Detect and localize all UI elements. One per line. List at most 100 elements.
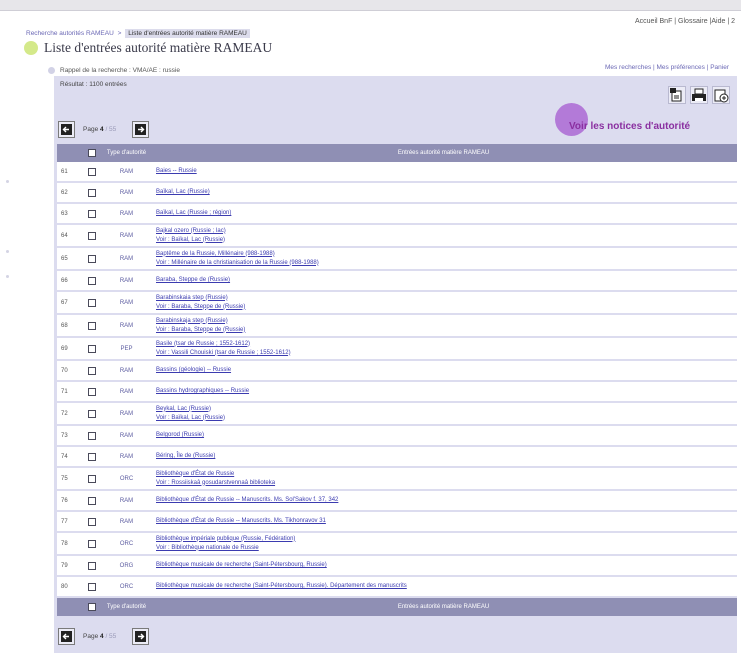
row-select[interactable] xyxy=(81,561,103,570)
email-icon[interactable] xyxy=(712,86,730,104)
row-checkbox[interactable] xyxy=(88,517,96,526)
entry-link[interactable]: Barabinskaia step (Russie) xyxy=(156,294,737,303)
entry-see-link[interactable]: Voir : Baraba, Steppe de (Russie) xyxy=(156,326,737,335)
row-checkbox[interactable] xyxy=(88,431,96,440)
row-checkbox[interactable] xyxy=(88,321,96,330)
row-select[interactable] xyxy=(81,188,103,197)
entry-see-link[interactable]: Voir : Baïkal, Lac (Russie) xyxy=(156,236,737,245)
row-checkbox[interactable] xyxy=(88,582,96,591)
header-type: Type d'autorité xyxy=(106,150,147,156)
header-select-all[interactable] xyxy=(81,149,103,157)
prev-page-icon[interactable] xyxy=(58,628,75,645)
row-checkbox[interactable] xyxy=(88,496,96,505)
row-checkbox[interactable] xyxy=(88,366,96,375)
breadcrumb-link-recherche[interactable]: Recherche autorités RAMEAU xyxy=(26,30,114,37)
row-entry: Baïkal, Lac (Russie ; région) xyxy=(150,209,737,218)
toolbar xyxy=(668,86,734,106)
entry-see-link[interactable]: Voir : Millénaire de la christianisation… xyxy=(156,259,737,268)
row-select[interactable] xyxy=(81,539,103,548)
entry-link[interactable]: Bibliothèque d'État de Russie xyxy=(156,470,737,479)
row-select[interactable] xyxy=(81,387,103,396)
entry-link[interactable]: Bassins hydrographiques -- Russie xyxy=(156,387,737,396)
row-checkbox[interactable] xyxy=(88,231,96,240)
table-footer: Type d'autorité Entrées autorité matière… xyxy=(57,598,737,616)
entry-link[interactable]: Bajkal ozero (Russie ; lac) xyxy=(156,227,737,236)
row-type: RAM xyxy=(119,497,134,504)
row-checkbox[interactable] xyxy=(88,276,96,285)
entry-link[interactable]: Baies -- Russie xyxy=(156,167,737,176)
entry-link[interactable]: Béring, Île de (Russie) xyxy=(156,452,737,461)
row-checkbox[interactable] xyxy=(88,474,96,483)
row-select[interactable] xyxy=(81,231,103,240)
next-page-icon[interactable] xyxy=(132,628,149,645)
entry-link[interactable]: Bibliothèque musicale de recherche (Sain… xyxy=(156,561,737,570)
top-links-text[interactable]: Accueil BnF | Glossaire |Aide | 2 xyxy=(635,18,735,25)
entry-link[interactable]: Beykal, Lac (Russie) xyxy=(156,405,737,414)
row-select[interactable] xyxy=(81,344,103,353)
entry-link[interactable]: Baptême de la Russie, Millénaire (988-19… xyxy=(156,250,737,259)
entry-link[interactable]: Baïkal, Lac (Russie) xyxy=(156,188,737,197)
table-row: 66 RAM Baraba, Steppe de (Russie) xyxy=(57,271,737,292)
entry-link[interactable]: Bassins (géologie) -- Russie xyxy=(156,366,737,375)
print-icon[interactable] xyxy=(690,86,708,104)
row-select[interactable] xyxy=(81,517,103,526)
table-row: 79 ORG Bibliothèque musicale de recherche … xyxy=(57,556,737,577)
entry-link[interactable]: Baïkal, Lac (Russie ; région) xyxy=(156,209,737,218)
entry-see-link[interactable]: Voir : Vassili Chouiski (tsar de Russie … xyxy=(156,349,737,358)
row-select[interactable] xyxy=(81,431,103,440)
row-select[interactable] xyxy=(81,167,103,176)
export-icon[interactable] xyxy=(668,86,686,104)
voir-notices-link[interactable]: Voir les notices d'autorité xyxy=(569,121,690,132)
row-number: 61 xyxy=(61,168,68,175)
entry-link[interactable]: Bibliothèque d'État de Russie -- Manuscr… xyxy=(156,496,737,505)
next-page-icon[interactable] xyxy=(132,121,149,138)
entry-see-link[interactable]: Voir : Baïkal, Lac (Russie) xyxy=(156,414,737,423)
row-checkbox[interactable] xyxy=(88,387,96,396)
prev-page-icon[interactable] xyxy=(58,121,75,138)
row-checkbox[interactable] xyxy=(88,409,96,418)
row-checkbox[interactable] xyxy=(88,209,96,218)
select-all-checkbox-bottom[interactable] xyxy=(88,603,96,611)
row-number: 78 xyxy=(61,540,68,547)
row-entry: Baïkal, Lac (Russie) xyxy=(150,188,737,197)
row-select[interactable] xyxy=(81,209,103,218)
header-entries: Entrées autorité matière RAMEAU xyxy=(397,150,490,156)
select-all-checkbox[interactable] xyxy=(88,149,96,157)
row-type: RAM xyxy=(119,255,134,262)
entry-see-link[interactable]: Voir : Baraba, Steppe de (Russie) xyxy=(156,303,737,312)
entry-link[interactable]: Basile (tsar de Russie ; 1552-1612) xyxy=(156,340,737,349)
entry-link[interactable]: Bibliothèque musicale de recherche (Sain… xyxy=(156,582,737,591)
row-entry: Baptême de la Russie, Millénaire (988-19… xyxy=(150,250,737,268)
row-checkbox[interactable] xyxy=(88,539,96,548)
row-number: 77 xyxy=(61,518,68,525)
row-checkbox[interactable] xyxy=(88,561,96,570)
row-select[interactable] xyxy=(81,409,103,418)
user-links[interactable]: Mes recherches | Mes préférences | Panie… xyxy=(605,64,729,71)
row-checkbox[interactable] xyxy=(88,344,96,353)
entry-see-link[interactable]: Voir : Rossiiskaâ gosudarstvennaâ biblio… xyxy=(156,479,737,488)
row-select[interactable] xyxy=(81,366,103,375)
row-checkbox[interactable] xyxy=(88,298,96,307)
top-links[interactable]: Accueil BnF | Glossaire |Aide | 2 xyxy=(635,18,735,25)
row-select[interactable] xyxy=(81,298,103,307)
row-select[interactable] xyxy=(81,474,103,483)
row-checkbox[interactable] xyxy=(88,188,96,197)
row-checkbox[interactable] xyxy=(88,452,96,461)
row-checkbox[interactable] xyxy=(88,167,96,176)
entry-link[interactable]: Baraba, Steppe de (Russie) xyxy=(156,276,737,285)
row-select[interactable] xyxy=(81,582,103,591)
entry-link[interactable]: Belgorod (Russie) xyxy=(156,431,737,440)
entry-link[interactable]: Barabinskaja step (Russie) xyxy=(156,317,737,326)
row-select[interactable] xyxy=(81,321,103,330)
entry-link[interactable]: Bibliothèque impériale publique (Russie,… xyxy=(156,535,737,544)
row-select[interactable] xyxy=(81,276,103,285)
table-row: 68 RAM Barabinskaja step (Russie) Voir : Ba… xyxy=(57,315,737,338)
footer-select-all[interactable] xyxy=(81,603,103,611)
entry-link[interactable]: Bibliothèque d'État de Russie -- Manuscr… xyxy=(156,517,737,526)
row-checkbox[interactable] xyxy=(88,254,96,263)
entry-see-link[interactable]: Voir : Bibliothèque nationale de Russie xyxy=(156,544,737,553)
row-select[interactable] xyxy=(81,452,103,461)
breadcrumb: Recherche autorités RAMEAU > Liste d'ent… xyxy=(26,29,250,38)
row-select[interactable] xyxy=(81,254,103,263)
row-select[interactable] xyxy=(81,496,103,505)
